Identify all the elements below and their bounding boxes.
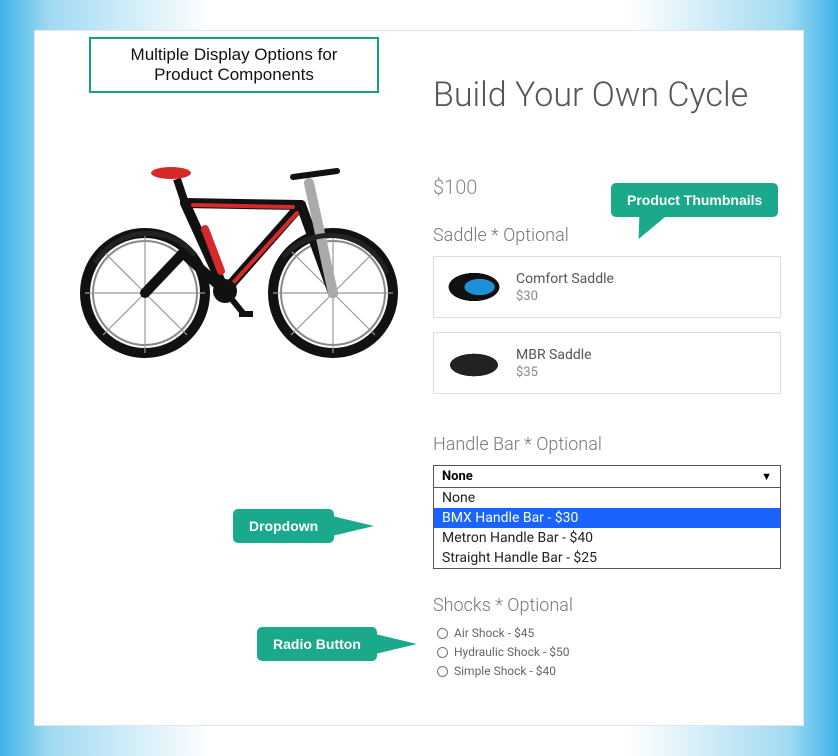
handlebar-dropdown[interactable]: None ▼ None BMX Handle Bar - $30 Metron … bbox=[433, 465, 781, 569]
dropdown-option[interactable]: None bbox=[434, 488, 780, 508]
shock-option[interactable]: Hydraulic Shock - $50 bbox=[433, 645, 781, 659]
option-price: $35 bbox=[516, 365, 592, 380]
radio-input[interactable] bbox=[437, 647, 448, 658]
radio-label: Air Shock - $45 bbox=[454, 626, 534, 640]
radio-input[interactable] bbox=[437, 628, 448, 639]
annotation-heading: Multiple Display Options for Product Com… bbox=[89, 37, 379, 93]
shock-option[interactable]: Simple Shock - $40 bbox=[433, 664, 781, 678]
saddle-thumbnail-icon bbox=[446, 267, 502, 307]
annotation-callout-radio: Radio Button bbox=[257, 627, 377, 661]
left-column bbox=[57, 55, 417, 701]
right-column: Build Your Own Cycle $100 Saddle * Optio… bbox=[417, 55, 781, 701]
dropdown-option[interactable]: Straight Handle Bar - $25 bbox=[434, 548, 780, 568]
handlebar-section-label: Handle Bar * Optional bbox=[433, 434, 781, 455]
annotation-callout-thumbnails: Product Thumbnails bbox=[611, 183, 778, 217]
shocks-section-label: Shocks * Optional bbox=[433, 595, 781, 616]
option-name: Comfort Saddle bbox=[516, 271, 614, 287]
saddle-option[interactable]: MBR Saddle $35 bbox=[433, 332, 781, 394]
dropdown-selected[interactable]: None ▼ bbox=[434, 466, 780, 488]
annotation-callout-dropdown: Dropdown bbox=[233, 509, 334, 543]
saddle-option[interactable]: Comfort Saddle $30 bbox=[433, 256, 781, 318]
chevron-down-icon: ▼ bbox=[761, 470, 772, 483]
dropdown-option[interactable]: Metron Handle Bar - $40 bbox=[434, 528, 780, 548]
shock-option[interactable]: Air Shock - $45 bbox=[433, 626, 781, 640]
radio-input[interactable] bbox=[437, 666, 448, 677]
option-price: $30 bbox=[516, 289, 614, 304]
product-image bbox=[65, 123, 405, 367]
product-title: Build Your Own Cycle bbox=[433, 75, 781, 115]
dropdown-option[interactable]: BMX Handle Bar - $30 bbox=[434, 508, 780, 528]
radio-label: Simple Shock - $40 bbox=[454, 664, 556, 678]
saddle-section-label: Saddle * Optional bbox=[433, 225, 781, 246]
radio-label: Hydraulic Shock - $50 bbox=[454, 645, 569, 659]
dropdown-list: None BMX Handle Bar - $30 Metron Handle … bbox=[434, 488, 780, 568]
saddle-thumbnail-icon bbox=[446, 343, 502, 383]
option-name: MBR Saddle bbox=[516, 347, 592, 363]
dropdown-selected-value: None bbox=[442, 469, 473, 484]
product-configurator-card: Build Your Own Cycle $100 Saddle * Optio… bbox=[34, 30, 804, 726]
